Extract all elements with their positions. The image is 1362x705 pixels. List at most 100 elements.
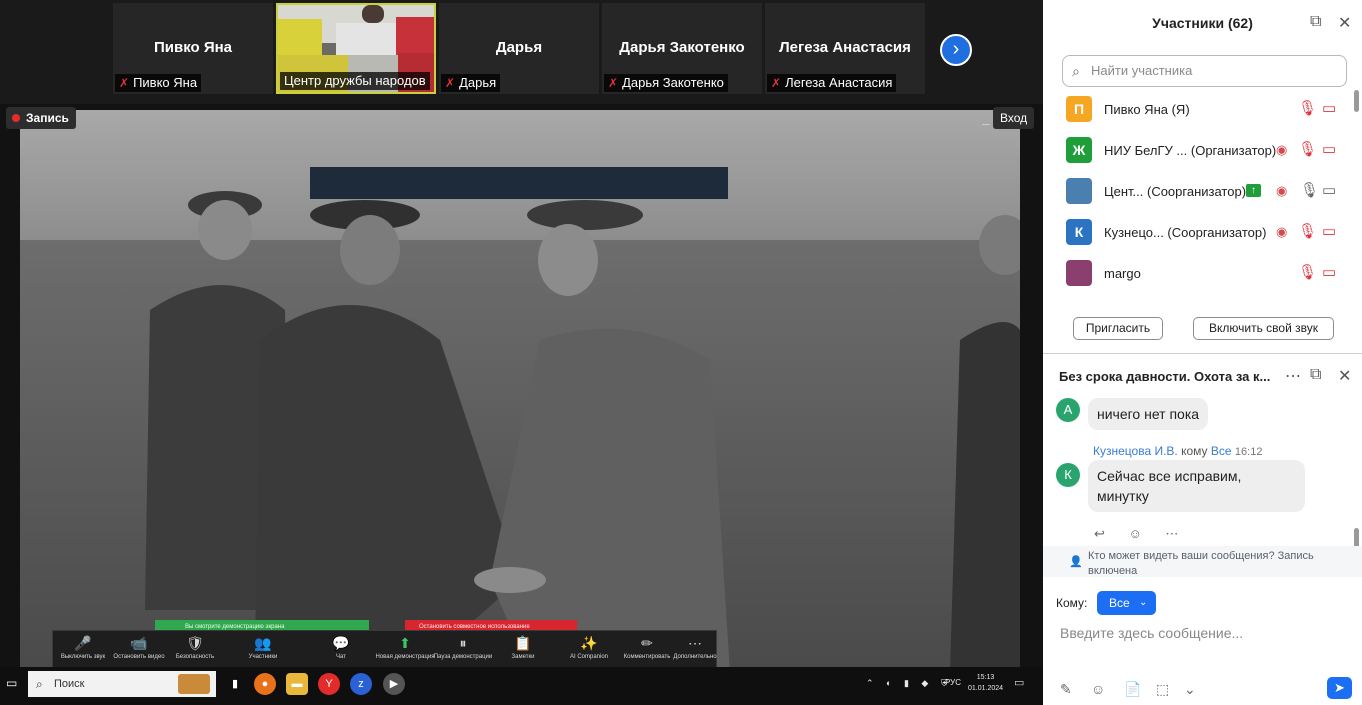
- chat-title: Без срока давности. Охота за к...: [1059, 369, 1271, 384]
- mic-muted-icon: ✗: [119, 76, 130, 90]
- firefox-icon[interactable]: ●: [254, 673, 276, 695]
- zoom-app-icon[interactable]: z: [350, 673, 372, 695]
- media-player-icon[interactable]: ▶: [383, 673, 405, 695]
- chevron-down-icon: ⌄: [1139, 597, 1148, 608]
- popout-icon[interactable]: ⧉: [1310, 13, 1321, 31]
- shared-video-button[interactable]: 📹 Остановить видео: [109, 634, 169, 662]
- participant-name: Кузнецо... (Соорганизатор): [1104, 225, 1267, 240]
- participant-search-input[interactable]: ⌕ Найти участника: [1062, 55, 1347, 87]
- format-text-icon[interactable]: ✎: [1060, 681, 1072, 698]
- camera-off-icon[interactable]: ▭: [1322, 223, 1336, 241]
- taskbar-search[interactable]: ⌕ Поиск: [28, 671, 216, 697]
- avatar: К: [1056, 463, 1080, 487]
- close-icon[interactable]: ✕: [1338, 366, 1351, 386]
- taskbar-clock[interactable]: 15:13 01.01.2024: [968, 672, 1003, 694]
- video-white-chair: [336, 23, 396, 57]
- recording-icon: ◉: [1276, 183, 1288, 198]
- participant-tile-name: Пивко Яна: [153, 39, 233, 56]
- participant-row[interactable]: К Кузнецо... (Соорганизатор) ◉ 🎙 ▭: [1043, 212, 1362, 253]
- task-view-icon[interactable]: ▮: [224, 673, 246, 695]
- shared-mute-button[interactable]: 🎤 Выключить звук: [53, 634, 113, 662]
- system-tray-icons[interactable]: ⌃ ◐ ▮ ◆ ⛨: [866, 678, 953, 689]
- popout-icon[interactable]: ⧉: [1310, 366, 1321, 384]
- send-button[interactable]: ➤: [1327, 677, 1352, 699]
- camera-off-icon[interactable]: ▭: [1322, 141, 1336, 159]
- participant-row[interactable]: Ж НИУ БелГУ ... (Организатор) ◉ 🎙 ▭: [1043, 130, 1362, 171]
- message-recipient: Все: [1210, 444, 1232, 458]
- next-page-arrow-icon[interactable]: ›: [940, 34, 972, 66]
- shared-security-button[interactable]: 🛡 Безопасность: [165, 634, 225, 662]
- unmute-self-button[interactable]: Включить свой звук: [1193, 317, 1334, 340]
- emoji-icon[interactable]: ☺: [1091, 681, 1105, 697]
- message-actions[interactable]: ↩ ☺ ⋯: [1094, 526, 1188, 542]
- invite-button[interactable]: Пригласить: [1073, 317, 1163, 340]
- notification-icon[interactable]: ▭: [1014, 676, 1024, 689]
- chat-scrollbar[interactable]: [1354, 528, 1359, 548]
- chevron-down-icon[interactable]: ⌄: [1184, 681, 1196, 698]
- close-icon[interactable]: ✕: [1338, 13, 1351, 33]
- participant-row[interactable]: margo 🎙 ▭: [1043, 253, 1362, 294]
- message-sender[interactable]: Кузнецова И.В.: [1093, 444, 1178, 458]
- participants-icon: 👥: [254, 635, 272, 651]
- participant-row[interactable]: П Пивко Яна (Я) 🎙 ▭: [1043, 89, 1362, 130]
- shared-new-share-button[interactable]: ⬆ Новая демонстрация: [375, 634, 435, 662]
- pause-icon: ⏸: [459, 635, 467, 651]
- shared-pause-button[interactable]: ⏸ Пауза демонстрации: [433, 634, 493, 662]
- file-explorer-icon[interactable]: ▬: [286, 673, 308, 695]
- yandex-browser-icon[interactable]: Y: [318, 673, 340, 695]
- avatar: К: [1066, 219, 1092, 245]
- mic-muted-icon[interactable]: 🎙: [1298, 223, 1317, 241]
- more-icon[interactable]: ⋯: [1285, 366, 1301, 386]
- video-person: [362, 5, 384, 23]
- camera-off-icon[interactable]: ▭: [1322, 264, 1336, 282]
- participant-tile[interactable]: Пивко Яна ✗ Пивко Яна: [113, 3, 273, 94]
- record-dot-icon: [12, 114, 20, 122]
- start-icon[interactable]: ▭: [6, 676, 17, 690]
- chat-visibility-notice[interactable]: 👤 Кто может видеть ваши сообщения? Запис…: [1043, 546, 1362, 577]
- chat-message: Сейчас все исправим, минутку: [1088, 460, 1305, 512]
- mic-muted-icon: ✗: [608, 76, 619, 90]
- message-time: 16:12: [1234, 446, 1263, 458]
- participant-tile[interactable]: Дарья ✗ Дарья: [439, 3, 599, 94]
- shared-ai-button[interactable]: ✨ AI Companion: [559, 634, 619, 662]
- mic-on-icon[interactable]: 🎙: [1300, 182, 1319, 200]
- recipient-dropdown[interactable]: Все ⌄: [1097, 591, 1156, 615]
- participant-row[interactable]: Цент... (Соорганизатор) ↑ ◉ 🎙 ▭: [1043, 171, 1362, 212]
- file-icon[interactable]: 📄: [1124, 681, 1141, 698]
- participant-tile[interactable]: Легеза Анастасия ✗ Легеза Анастасия: [765, 3, 925, 94]
- camera-on-icon[interactable]: ▭: [1322, 182, 1336, 200]
- minimize-video-icon[interactable]: –: [982, 115, 990, 131]
- mic-muted-icon[interactable]: 🎙: [1298, 264, 1317, 282]
- avatar: [1066, 260, 1092, 286]
- enter-button[interactable]: Вход: [993, 107, 1035, 129]
- avatar: П: [1066, 96, 1092, 122]
- participant-name: Цент... (Соорганизатор): [1104, 184, 1247, 199]
- shared-participants-button[interactable]: 👥 Участники: [233, 634, 293, 662]
- chat-header: Без срока давности. Охота за к... ⋯ ⧉ ✕: [1043, 354, 1362, 398]
- shared-chat-button[interactable]: 💬 Чат: [311, 634, 371, 662]
- mic-muted-icon[interactable]: 🎙: [1298, 141, 1317, 159]
- avatar: А: [1056, 398, 1080, 422]
- video-yellow-chair: [278, 19, 322, 55]
- camera-off-icon[interactable]: ▭: [1322, 100, 1336, 118]
- shared-video-frame: –: [20, 110, 1020, 672]
- recording-icon: ◉: [1276, 142, 1288, 157]
- mic-muted-icon[interactable]: 🎙: [1298, 100, 1317, 118]
- recording-icon: ◉: [1276, 224, 1288, 239]
- shield-icon: 🛡: [186, 635, 204, 651]
- participant-video-tile[interactable]: Центр дружбы народов: [276, 3, 436, 94]
- chat-icon: 💬: [332, 635, 350, 651]
- language-indicator[interactable]: РУС: [945, 678, 961, 687]
- participant-tile-name: Дарья Закотенко: [619, 39, 745, 56]
- notes-icon: 📋: [514, 635, 532, 651]
- video-red-chair: [396, 17, 434, 57]
- participant-tile-label: ✗ Пивко Яна: [115, 74, 202, 92]
- mic-muted-icon: ✗: [771, 76, 782, 90]
- shared-more-button[interactable]: ⋯ Дополнительно: [665, 634, 725, 662]
- screenshot-icon[interactable]: ⬚: [1156, 681, 1169, 698]
- sparkle-icon: ✨: [580, 635, 598, 651]
- chat-message-input[interactable]: [1060, 622, 1340, 644]
- participant-tile[interactable]: Дарья Закотенко ✗ Дарья Закотенко: [602, 3, 762, 94]
- shared-notes-button[interactable]: 📋 Заметки: [493, 634, 553, 662]
- participants-scrollbar[interactable]: [1354, 90, 1359, 112]
